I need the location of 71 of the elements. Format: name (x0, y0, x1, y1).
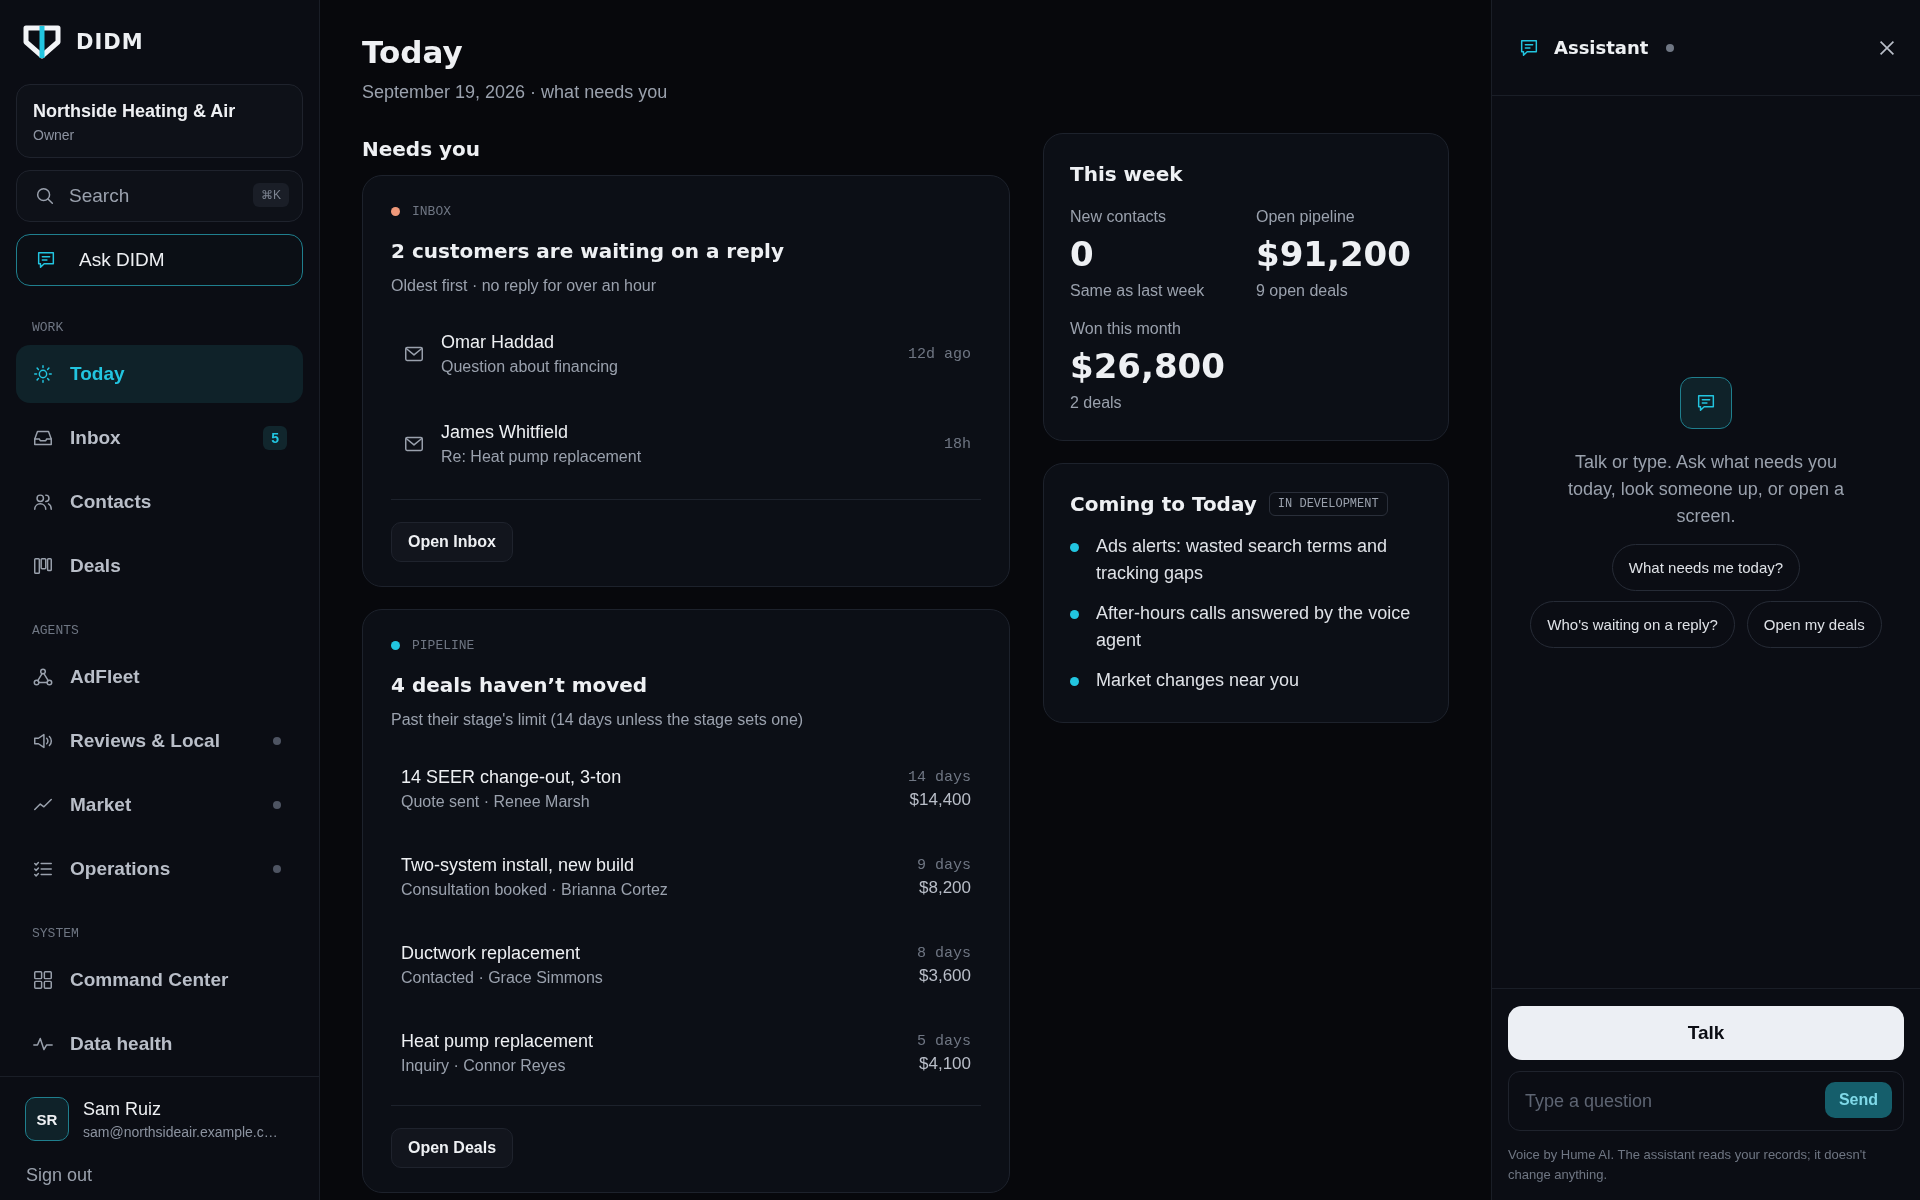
footnote: Voice by Hume AI. The assistant reads your records; it doesn't change anything. (1508, 1146, 1867, 1184)
nav-item[interactable]: Today (16, 345, 303, 403)
stat-label: Open pipeline (1256, 208, 1356, 226)
nav-item[interactable]: Reviews & Local (16, 712, 303, 770)
nodes-icon (32, 666, 54, 688)
logo-icon (22, 24, 62, 60)
user-avatar[interactable]: SR (25, 1097, 69, 1141)
category-label: INBOX (412, 204, 451, 219)
columns-icon (32, 555, 54, 577)
stat-label: Won this month (1070, 320, 1182, 338)
nav-item[interactable]: Operations (16, 840, 303, 898)
stat-value: $26,800 (1070, 346, 1226, 386)
deal-row[interactable]: Heat pump replacement Inquiry · Connor Reyes 5 days $4,100 (391, 1015, 981, 1091)
message-row[interactable]: James Whitfield Re: Heat pump replacement 18h (391, 407, 981, 481)
stat-note: 9 open deals (1256, 282, 1349, 300)
stat-note: 2 deals (1070, 394, 1123, 412)
bullet-dot-icon (1070, 610, 1079, 619)
stat-value: 0 (1070, 234, 1095, 274)
stat-note: Same as last week (1070, 282, 1206, 300)
status-dot (1666, 43, 1675, 52)
section-heading: SYSTEM (31, 925, 80, 943)
panel-title: Assistant (1554, 37, 1649, 58)
org-switcher[interactable]: Northside Heating & Air Owner (16, 84, 303, 158)
deal-row[interactable]: Two-system install, new build Consultation booked · Brianna Cortez 9 days $8,200 (391, 839, 981, 915)
card-subtitle: Oldest first · no reply for over an hour (391, 277, 657, 295)
nav-item[interactable]: Data health (16, 1015, 303, 1073)
chat-icon (35, 249, 57, 271)
card-subtitle: Past their stage's limit (14 days unless the stage sets one) (391, 711, 805, 729)
nav-item[interactable]: AdFleet (16, 648, 303, 706)
nav-item[interactable]: Command Center (16, 951, 303, 1009)
section-title: Needs you (362, 137, 482, 161)
bullet-dot-icon (1070, 677, 1079, 686)
open-button[interactable]: Open Inbox (391, 522, 513, 562)
nav-item[interactable]: Inbox 5 (16, 409, 303, 467)
category-label: PIPELINE (412, 638, 475, 653)
talk-button[interactable]: Talk (1508, 1006, 1904, 1060)
shortcut-hint: ⌘K (253, 183, 289, 207)
section-heading: AGENTS (31, 622, 80, 640)
stat-label: New contacts (1070, 208, 1168, 226)
user-name: Sam Ruiz (83, 1098, 163, 1120)
sun-icon (32, 363, 54, 385)
card-title: This week (1070, 162, 1184, 186)
section-heading: WORK (31, 319, 65, 337)
open-button[interactable]: Open Deals (391, 1128, 514, 1168)
user-email: sam@northsideair.example.c… (83, 1123, 278, 1140)
roadmap-item: Ads alerts: wasted search terms and tracking gaps (1096, 535, 1389, 585)
status-badge: IN DEVELOPMENT (1268, 492, 1388, 516)
send-button[interactable]: Send (1824, 1082, 1892, 1118)
brand-name: DIDM (76, 30, 144, 54)
deal-row[interactable]: Ductwork replacement Contacted · Grace Simmons 8 days $3,600 (391, 927, 981, 1003)
card-title: 2 customers are waiting on a reply (391, 239, 785, 263)
nav-item[interactable]: Contacts (16, 473, 303, 531)
search-icon (34, 185, 56, 207)
grid-icon (32, 969, 54, 991)
page-title: Today (362, 34, 464, 70)
roadmap-item: Market changes near you (1096, 669, 1300, 692)
deal-row[interactable]: 14 SEER change-out, 3-ton Quote sent · Renee Marsh 14 days $14,400 (391, 751, 981, 827)
card-title: 4 deals haven’t moved (391, 673, 649, 697)
card-title: Coming to Today (1070, 492, 1257, 516)
sign-out-link[interactable]: Sign out (26, 1165, 93, 1186)
page-subtitle: September 19, 2026 · what needs you (362, 82, 669, 103)
nav-item[interactable]: Deals (16, 537, 303, 595)
people-icon (32, 491, 54, 513)
roadmap-item: After-hours calls answered by the voice agent (1096, 602, 1412, 652)
stat-value: $91,200 (1256, 234, 1412, 274)
count-badge: 5 (263, 426, 287, 450)
message-row[interactable]: Omar Haddad Question about financing 12d ago (391, 317, 981, 391)
nav-item[interactable]: Market (16, 776, 303, 834)
bullet-dot-icon (1070, 543, 1079, 552)
ask-button[interactable]: Ask DIDM (16, 234, 303, 286)
empty-state-text: Talk or type. Ask what needs you today, look someone up, or open a screen. (1567, 450, 1845, 528)
